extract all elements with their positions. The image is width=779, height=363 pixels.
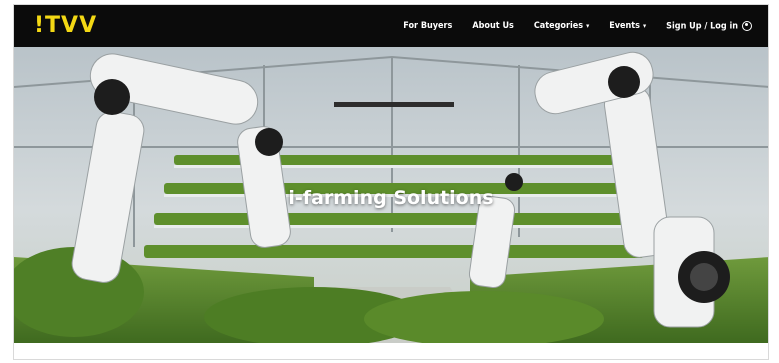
nav-for-buyers[interactable]: For Buyers (403, 21, 452, 31)
nav-about-us[interactable]: About Us (472, 21, 513, 31)
main-nav: For Buyers About Us Categories ▾ Events ▾ … (403, 5, 752, 47)
nav-for-buyers-label: For Buyers (403, 21, 453, 31)
hero-banner: i-farming Solutions (14, 47, 768, 343)
user-icon (742, 20, 752, 31)
site-logo[interactable]: !TVV (34, 12, 97, 40)
nav-categories[interactable]: Categories ▾ (534, 21, 589, 31)
nav-signup-login[interactable]: Sign Up / Log in (666, 20, 752, 32)
top-navbar: !TVV For Buyers About Us Categories ▾ Eve… (14, 5, 768, 47)
nav-about-us-label: About Us (472, 21, 514, 31)
nav-categories-label: Categories (533, 21, 584, 31)
chevron-down-icon: ▾ (586, 22, 590, 30)
browser-frame: !TVV For Buyers About Us Categories ▾ Eve… (13, 4, 769, 360)
hero-title: i-farming Solutions (288, 187, 494, 209)
nav-events[interactable]: Events ▾ (609, 21, 646, 31)
nav-events-label: Events (609, 21, 640, 31)
chevron-down-icon: ▾ (643, 22, 647, 30)
nav-signup-login-label: Sign Up / Log in (666, 21, 738, 32)
content-area (14, 343, 768, 359)
